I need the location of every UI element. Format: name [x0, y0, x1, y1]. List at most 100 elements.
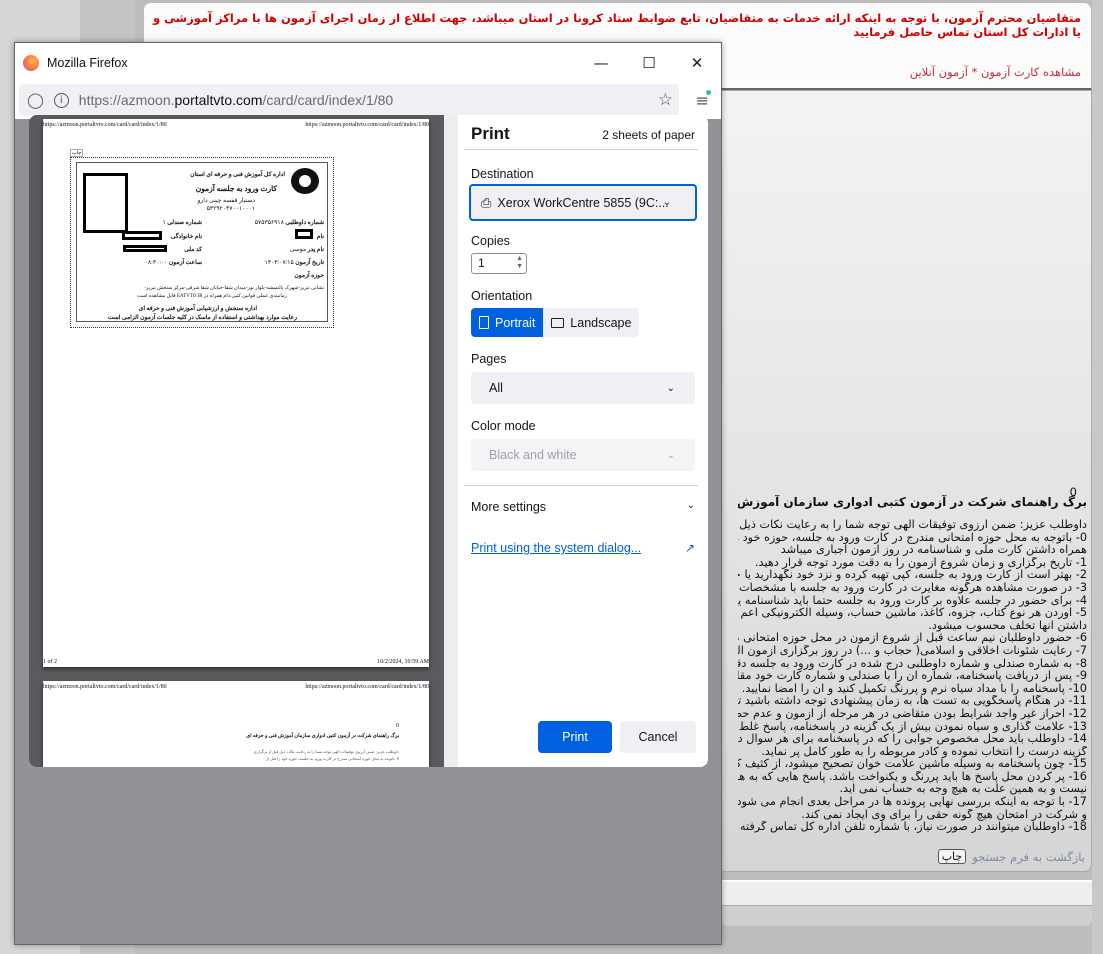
maximize-icon[interactable]: ☐ — [625, 43, 673, 83]
more-settings-label: More settings — [471, 500, 547, 514]
preview-page-1: https://azmoon.portaltvto.com/card/card/… — [43, 119, 429, 667]
guide-line: داوطلب عزیز: ضمن آرزوی توفیقات الهی توجه… — [738, 519, 1087, 531]
pages-label: Pages — [471, 352, 507, 366]
destination-value: Xerox WorkCentre 5855 (9C:... — [497, 195, 669, 210]
color-mode-value: Black and white — [489, 448, 577, 462]
orientation-label: Orientation — [471, 289, 533, 303]
stepper-arrows-icon[interactable]: ▲ ▼ — [516, 255, 523, 271]
shield-icon[interactable]: ◯ — [27, 91, 44, 109]
chevron-down-icon: ⌄ — [662, 197, 671, 208]
guide-line: 4- برای حضور در جلسه علاوه بر کارت ورود … — [738, 594, 1087, 607]
card-title: کارت ورود به جلسه آزمون — [195, 184, 277, 193]
guide-line: 13- علامت گذاری و سیاه نمودن بیش از یک گ… — [738, 720, 1087, 733]
destination-select[interactable]: ⎙ Xerox WorkCentre 5855 (9C:... ⌄ — [469, 184, 697, 221]
card-code: ۵۳۲۹۲۰۴۷۰۰۱۰۰۰۱ — [206, 206, 255, 212]
card-footer-1: اداره سنجش و ارزشیابی آموزش فنی و حرفه ا… — [138, 306, 257, 312]
guide-line: داشتن آنها تخلف محسوب میشود. — [928, 619, 1087, 632]
page-header-right: https://azmoon.portaltvto.com/card/card/… — [305, 122, 429, 128]
guide-line: 1- تاریخ برگزاری و زمان شروع آزمون را به… — [754, 556, 1087, 569]
date-value: ۱۴۰۳/۰۷/۱۵ — [264, 260, 294, 266]
guide-list: داوطلب عزیز: ضمن آرزوی توفیقات الهی توجه… — [738, 519, 1087, 834]
minimize-icon[interactable]: — — [577, 43, 625, 83]
print-button[interactable]: Print — [538, 721, 612, 753]
window-title: Mozilla Firefox — [47, 56, 128, 70]
chevron-down-icon: ⌄ — [666, 382, 675, 394]
page2-line: 0- باتوجه به محل حوزه امتحانی مندرج در ک… — [266, 756, 399, 761]
guide-line: 2- بهتر است از کارت ورود به جلسه، کپی ته… — [738, 569, 1087, 582]
father-label: نام پدر — [307, 247, 324, 253]
card-print-button: چاپ — [70, 149, 84, 157]
address-text: نشانی تبریز-شهرک باغمیشه-بلوار نور-میدان… — [144, 286, 324, 291]
info-icon[interactable]: i — [53, 92, 69, 108]
tvto-logo — [291, 168, 319, 194]
landscape-button[interactable]: Landscape — [543, 308, 640, 337]
candidate-value: ۵۷۵۳۵۶۹۱۸ — [254, 220, 284, 226]
close-icon[interactable]: ✕ — [673, 43, 721, 83]
navigation-bar: ◯ i https://azmoon.portaltvto.com/card/c… — [15, 83, 721, 119]
title-bar: Mozilla Firefox — ☐ ✕ — [15, 43, 721, 83]
guide-line: 17- با توجه به اینکه بررسی نهایی پرونده … — [738, 796, 1087, 809]
color-mode-label: Color mode — [471, 419, 536, 433]
page2-title: برگ راهنمای شرکت در آزمون کتبی ادواری سا… — [246, 734, 399, 739]
bookmark-star-icon[interactable]: ☆ — [658, 90, 673, 110]
system-dialog-link[interactable]: Print using the system dialog... — [471, 541, 641, 555]
card-link[interactable]: مشاهده کارت آزمون * آزمون آنلاین — [910, 65, 1081, 79]
page-footer-left: 1 of 2 — [43, 659, 57, 665]
guide-title: برگ راهنمای شرکت در آزمون کتبی ادواری سا… — [738, 495, 1087, 509]
menu-icon[interactable]: ≡ — [696, 90, 711, 110]
page2-line: داوطلب عزیز: ضمن آرزوی توفیقات الهی توجه… — [253, 749, 399, 754]
family-label: نام خانوادگی — [170, 234, 202, 240]
guide-line: 8- به شماره صندلی و شماره داوطلبی درج شد… — [738, 657, 1087, 670]
guide-line: 9- پس از دریافت پاسخنامه، شماره آن را با… — [738, 670, 1087, 683]
footer-box — [722, 880, 1092, 906]
firefox-logo-icon — [23, 55, 39, 71]
page-footer-right: 10/2/2024, 10:59 AM — [377, 659, 429, 665]
copies-value[interactable]: 1 — [478, 256, 485, 270]
chevron-down-icon: ⌄ — [686, 500, 695, 511]
guide-line: 12- احراز غیر واجد شرایط بودن متقاضی در … — [738, 707, 1087, 720]
firefox-window: Mozilla Firefox — ☐ ✕ ◯ i https://azmoon… — [14, 42, 722, 945]
copies-stepper[interactable]: 1 ▲ ▼ — [471, 253, 527, 274]
national-id-label: کد ملی — [184, 247, 202, 253]
color-mode-select[interactable]: Black and white ⌄ — [471, 439, 695, 471]
preview-scrollbar[interactable] — [444, 115, 458, 767]
external-link-icon: ↗ — [684, 541, 695, 555]
guide-line: 3- در صورت مشاهده هرگونه مغایرت در کارت … — [738, 581, 1087, 594]
card-org: اداره کل آموزش فنی و حرفه ای استان — [190, 172, 285, 178]
pages-select[interactable]: All ⌄ — [471, 372, 695, 404]
page-header-left: https://azmoon.portaltvto.com/card/card/… — [43, 684, 167, 690]
notice-text: متقاضیان محترم آزمون، با توجه به اینکه ا… — [153, 11, 1081, 39]
url-field[interactable]: ◯ i https://azmoon.portaltvto.com/card/c… — [19, 84, 679, 116]
url-text[interactable]: https://azmoon.portaltvto.com/card/card/… — [79, 92, 393, 108]
sheet-count: 2 sheets of paper — [602, 128, 695, 142]
time-label: ساعت آزمون — [168, 260, 202, 266]
portrait-icon — [479, 316, 489, 329]
exam-card: اداره کل آموزش فنی و حرفه ای استان کارت … — [70, 157, 334, 328]
page2-zero: 0 — [396, 723, 399, 729]
guide-line: 7- رعایت شئونات اخلاقی و اسلامی( حجاب و … — [738, 644, 1087, 657]
print-preview[interactable]: https://azmoon.portaltvto.com/card/card/… — [29, 115, 458, 767]
print-settings-panel: Print 2 sheets of paper Destination ⎙ Xe… — [458, 115, 708, 767]
portrait-button[interactable]: Portrait — [471, 308, 544, 337]
guide-line: نیست و به همین علت به هیچ وجه به حساب نم… — [839, 783, 1087, 796]
redaction-box — [295, 229, 313, 239]
page-print-button[interactable]: چاپ — [937, 849, 967, 864]
candidate-label: شماره داوطلبی — [285, 220, 324, 226]
date-label: تاریخ آزمون — [295, 260, 324, 266]
print-title: Print — [471, 124, 510, 143]
card-footer-2: رعایت موارد بهداشتی و استفاده از ماسک در… — [107, 315, 297, 321]
guide-line: 18- داوطلبان میتوانند در صورت نیاز، با ش… — [738, 821, 1087, 834]
back-to-search-link[interactable]: بازگشت به فرم جستجو — [972, 850, 1085, 864]
cancel-button[interactable]: Cancel — [620, 721, 696, 753]
page-header-right: https://azmoon.portaltvto.com/card/card/… — [305, 684, 429, 690]
father-value: موسی — [289, 247, 307, 253]
guide-line: و شرکت در امتحان هیچ گونه حقی را برای وی… — [801, 808, 1087, 821]
guide-line: 0- باتوجه به محل حوزه امتحانی مندرج در ک… — [738, 531, 1087, 544]
more-settings-toggle[interactable]: More settings ⌄ — [471, 500, 695, 514]
portrait-label: Portrait — [495, 315, 536, 330]
zone-label: حوزه آزمون — [294, 273, 324, 279]
guide-line: 5- آوردن هر نوع کتاب، جزوه، کاغذ، ماشین … — [738, 607, 1087, 620]
pages-value: All — [489, 381, 503, 395]
card-job: دستیار قفسه چینی دارو — [197, 198, 255, 204]
footer-box-lower — [722, 906, 1092, 926]
